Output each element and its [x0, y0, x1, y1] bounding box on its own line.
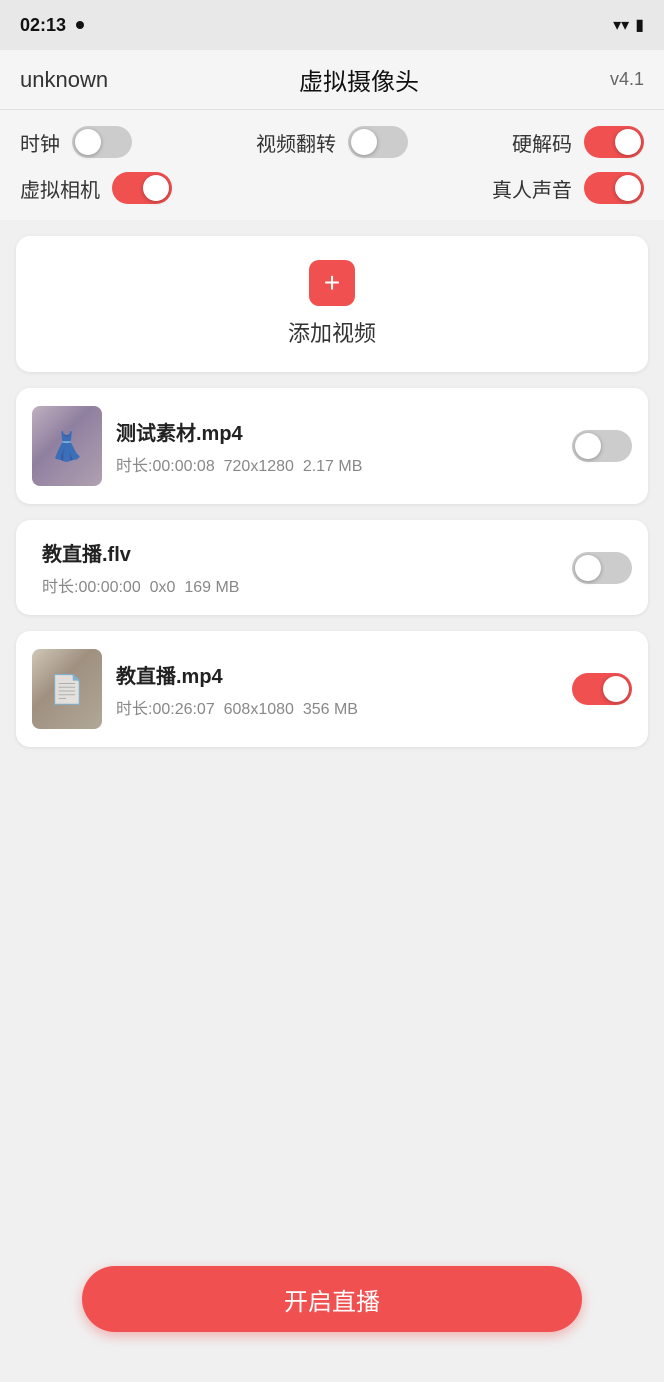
- thumbnail-image-3: 📄: [32, 649, 102, 729]
- start-live-button[interactable]: 开启直播: [82, 1266, 582, 1332]
- plus-icon: +: [324, 269, 340, 297]
- status-bar: 02:13 ▾▾ ▮: [0, 0, 664, 50]
- clock-label: 时钟: [20, 128, 60, 157]
- video-flip-knob: [351, 129, 377, 155]
- controls-row-1: 时钟 视频翻转 硬解码: [20, 126, 644, 158]
- video-item-3: 📄 教直播.mp4 时长:00:26:07 608x1080 356 MB: [16, 631, 648, 747]
- video-item-1: 👗 测试素材.mp4 时长:00:00:08 720x1280 2.17 MB: [16, 388, 648, 504]
- video-thumbnail-1: 👗: [32, 406, 102, 486]
- real-voice-knob: [615, 175, 641, 201]
- control-clock: 时钟: [20, 126, 215, 158]
- hard-decode-toggle[interactable]: [584, 126, 644, 158]
- control-real-voice: 真人声音: [332, 172, 644, 204]
- video-1-toggle[interactable]: [572, 430, 632, 462]
- controls-section: 时钟 视频翻转 硬解码 虚拟相机 真人声音: [0, 110, 664, 220]
- clock-toggle-knob: [75, 129, 101, 155]
- virtual-camera-label: 虚拟相机: [20, 174, 100, 203]
- control-virtual-camera: 虚拟相机: [20, 172, 332, 204]
- video-info-3: 教直播.mp4 时长:00:26:07 608x1080 356 MB: [116, 660, 558, 719]
- thumbnail-image-1: 👗: [32, 406, 102, 486]
- control-video-flip: 视频翻转: [215, 126, 449, 158]
- add-video-card: + 添加视频: [16, 236, 648, 372]
- thumbnail-person-3: 📄: [50, 673, 85, 706]
- start-live-label: 开启直播: [284, 1282, 380, 1317]
- video-3-toggle[interactable]: [572, 673, 632, 705]
- video-3-toggle-knob: [603, 676, 629, 702]
- video-meta-1: 时长:00:00:08 720x1280 2.17 MB: [116, 452, 558, 476]
- status-time: 02:13: [20, 15, 66, 36]
- add-video-label: 添加视频: [288, 316, 376, 348]
- video-name-2: 教直播.flv: [42, 538, 558, 567]
- status-icons: ▾▾ ▮: [613, 15, 644, 35]
- main-content: + 添加视频 👗 测试素材.mp4 时长:00:00:08 720x1280 2…: [0, 220, 664, 1120]
- video-1-toggle-knob: [575, 433, 601, 459]
- real-voice-label: 真人声音: [492, 174, 572, 203]
- thumbnail-person-1: 👗: [50, 430, 85, 463]
- video-meta-2: 时长:00:00:00 0x0 169 MB: [42, 573, 558, 597]
- video-2-toggle-knob: [575, 555, 601, 581]
- video-item-2: 教直播.flv 时长:00:00:00 0x0 169 MB: [16, 520, 648, 615]
- status-left: 02:13: [20, 15, 84, 36]
- battery-icon: ▮: [635, 15, 644, 35]
- video-info-1: 测试素材.mp4 时长:00:00:08 720x1280 2.17 MB: [116, 417, 558, 476]
- clock-toggle[interactable]: [72, 126, 132, 158]
- header-title: 虚拟摄像头: [299, 62, 419, 97]
- video-2-toggle[interactable]: [572, 552, 632, 584]
- video-meta-3: 时长:00:26:07 608x1080 356 MB: [116, 695, 558, 719]
- video-info-2: 教直播.flv 时长:00:00:00 0x0 169 MB: [32, 538, 558, 597]
- video-toggle-area-1: [572, 430, 632, 462]
- video-flip-toggle[interactable]: [348, 126, 408, 158]
- video-flip-label: 视频翻转: [256, 128, 336, 157]
- hard-decode-label: 硬解码: [512, 128, 572, 157]
- video-toggle-area-2: [572, 552, 632, 584]
- add-video-button[interactable]: +: [309, 260, 355, 306]
- header: unknown 虚拟摄像头 v4.1: [0, 50, 664, 110]
- virtual-camera-knob: [143, 175, 169, 201]
- wifi-icon: ▾▾: [613, 15, 629, 35]
- virtual-camera-toggle[interactable]: [112, 172, 172, 204]
- video-thumbnail-3: 📄: [32, 649, 102, 729]
- video-toggle-area-3: [572, 673, 632, 705]
- real-voice-toggle[interactable]: [584, 172, 644, 204]
- video-name-1: 测试素材.mp4: [116, 417, 558, 446]
- start-button-area: 开启直播: [82, 1266, 582, 1332]
- video-name-3: 教直播.mp4: [116, 660, 558, 689]
- controls-row-2: 虚拟相机 真人声音: [20, 172, 644, 204]
- control-hard-decode: 硬解码: [449, 126, 644, 158]
- header-unknown-label: unknown: [20, 67, 108, 93]
- header-version: v4.1: [610, 69, 644, 90]
- status-dot: [76, 21, 84, 29]
- hard-decode-knob: [615, 129, 641, 155]
